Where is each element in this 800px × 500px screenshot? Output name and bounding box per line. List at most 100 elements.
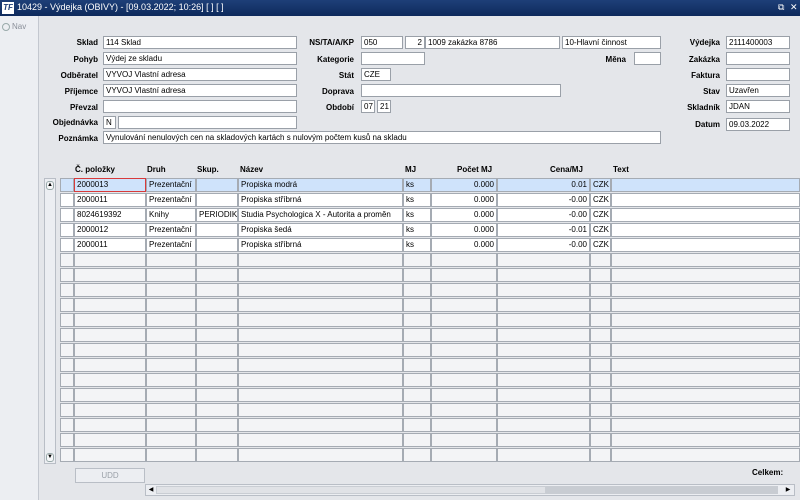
cell-pocet[interactable]: 0.000 (431, 178, 497, 192)
cell-mena[interactable] (590, 253, 611, 267)
cell-cena[interactable] (497, 433, 590, 447)
cell-text[interactable] (611, 433, 800, 447)
col-header-pocet[interactable]: Počet MJ (457, 165, 492, 174)
cell-mj[interactable] (403, 268, 431, 282)
cell-lead[interactable] (60, 268, 74, 282)
cell-druh[interactable] (146, 448, 196, 462)
table-row[interactable]: 2000011 Prezentační Propiska stříbrná ks 0.0… (60, 238, 800, 253)
cell-cena[interactable] (497, 283, 590, 297)
restore-icon[interactable]: ⧉ (778, 2, 784, 13)
scroll-track[interactable] (156, 486, 546, 494)
pohyb-field[interactable]: Výdej ze skladu (103, 52, 297, 65)
cell-mena[interactable] (590, 313, 611, 327)
cell-druh[interactable]: Prezentační (146, 238, 196, 252)
stav-field[interactable]: Uzavřen (726, 84, 790, 97)
cell-mena[interactable] (590, 268, 611, 282)
cell-mena[interactable] (590, 388, 611, 402)
cell-text[interactable] (611, 358, 800, 372)
scroll-thumb[interactable] (546, 486, 778, 494)
cell-lead[interactable] (60, 283, 74, 297)
cell-druh[interactable] (146, 433, 196, 447)
cell-nazev[interactable] (238, 298, 403, 312)
cell-pocet[interactable] (431, 373, 497, 387)
vydejka-field[interactable]: 2111400003 (726, 36, 790, 49)
empty-table-row[interactable] (60, 343, 800, 358)
obdobi-month-field[interactable]: 07 (361, 100, 375, 113)
cell-mj[interactable] (403, 418, 431, 432)
objednavka-field[interactable] (118, 116, 297, 129)
cell-druh[interactable] (146, 328, 196, 342)
cell-pocet[interactable] (431, 418, 497, 432)
cell-mj[interactable] (403, 433, 431, 447)
cell-mena[interactable] (590, 373, 611, 387)
empty-table-row[interactable] (60, 268, 800, 283)
empty-table-row[interactable] (60, 433, 800, 448)
cell-nazev[interactable] (238, 388, 403, 402)
cell-lead[interactable] (60, 313, 74, 327)
cell-nazev[interactable]: Propiska stříbrná (238, 193, 403, 207)
cell-text[interactable] (611, 448, 800, 462)
cell-text[interactable] (611, 298, 800, 312)
cell-cislo[interactable] (74, 328, 146, 342)
cell-nazev[interactable] (238, 403, 403, 417)
cell-mena[interactable]: CZK (590, 223, 611, 237)
cell-cena[interactable] (497, 328, 590, 342)
cell-druh[interactable] (146, 253, 196, 267)
cell-mj[interactable]: ks (403, 208, 431, 222)
ns-field[interactable]: 050 (361, 36, 403, 49)
cell-lead[interactable] (60, 298, 74, 312)
cell-mj[interactable] (403, 253, 431, 267)
cell-mj[interactable]: ks (403, 223, 431, 237)
cell-druh[interactable] (146, 388, 196, 402)
cell-text[interactable] (611, 178, 800, 192)
cell-cena[interactable] (497, 418, 590, 432)
cell-nazev[interactable]: Propiska stříbrná (238, 238, 403, 252)
empty-table-row[interactable] (60, 358, 800, 373)
cell-mena[interactable] (590, 358, 611, 372)
cell-mj[interactable] (403, 283, 431, 297)
cell-skup[interactable] (196, 373, 238, 387)
cell-cislo[interactable]: 2000012 (74, 223, 146, 237)
cell-text[interactable] (611, 253, 800, 267)
faktura-field[interactable] (726, 68, 790, 81)
scroll-right-icon[interactable]: ▶ (784, 486, 792, 494)
cell-skup[interactable] (196, 358, 238, 372)
cell-cena[interactable]: -0.01 (497, 223, 590, 237)
cell-mj[interactable] (403, 328, 431, 342)
cell-skup[interactable] (196, 343, 238, 357)
cell-skup[interactable] (196, 403, 238, 417)
cell-text[interactable] (611, 208, 800, 222)
cell-lead[interactable] (60, 433, 74, 447)
cell-skup[interactable] (196, 253, 238, 267)
doprava-field[interactable] (361, 84, 561, 97)
cell-cena[interactable] (497, 253, 590, 267)
cell-cislo[interactable] (74, 343, 146, 357)
kp-field[interactable]: 10-Hlavní činnost (562, 36, 661, 49)
empty-table-row[interactable] (60, 328, 800, 343)
cell-cislo[interactable] (74, 388, 146, 402)
cell-text[interactable] (611, 343, 800, 357)
cell-mj[interactable] (403, 448, 431, 462)
cell-pocet[interactable] (431, 253, 497, 267)
cell-skup[interactable] (196, 328, 238, 342)
cell-lead[interactable] (60, 328, 74, 342)
cell-text[interactable] (611, 268, 800, 282)
cell-mj[interactable]: ks (403, 178, 431, 192)
ta-field[interactable]: 2 (405, 36, 425, 49)
prijemce-field[interactable]: VYVOJ Vlastní adresa (103, 84, 297, 97)
scroll-up-icon[interactable]: ▲ (46, 181, 54, 190)
cell-nazev[interactable]: Studia Psychologica X - Autorita a promě… (238, 208, 403, 222)
cell-lead[interactable] (60, 418, 74, 432)
empty-table-row[interactable] (60, 253, 800, 268)
cell-skup[interactable] (196, 238, 238, 252)
cell-text[interactable] (611, 223, 800, 237)
obdobi-year-field[interactable]: 21 (377, 100, 391, 113)
mena-field[interactable] (634, 52, 661, 65)
cell-text[interactable] (611, 418, 800, 432)
prevzal-field[interactable] (103, 100, 297, 113)
empty-table-row[interactable] (60, 283, 800, 298)
cell-cena[interactable] (497, 343, 590, 357)
cell-skup[interactable] (196, 433, 238, 447)
cell-cislo[interactable] (74, 433, 146, 447)
cell-druh[interactable]: Knihy (146, 208, 196, 222)
